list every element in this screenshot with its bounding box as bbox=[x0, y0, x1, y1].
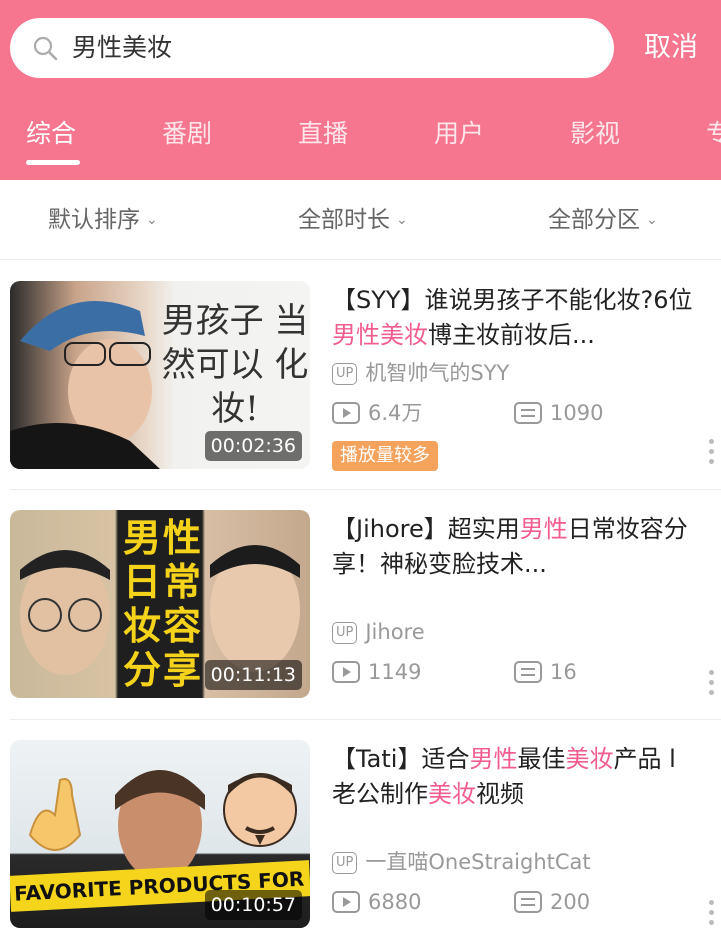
stats-row: 6.4万 1090 bbox=[332, 399, 603, 427]
danmaku-count: 200 bbox=[550, 890, 591, 914]
tab-film[interactable]: 影视 bbox=[570, 108, 620, 160]
category-filter-label: 全部分区 bbox=[548, 207, 640, 233]
play-count: 6.4万 bbox=[368, 401, 423, 425]
play-count-icon bbox=[332, 402, 360, 424]
title-text: 【Tati】适合 bbox=[332, 745, 470, 773]
active-tab-indicator bbox=[26, 160, 80, 165]
title-text: 视频 bbox=[476, 780, 524, 808]
video-item[interactable]: 男孩子 当然可以 化妆! 00:02:36 【SYY】谁说男孩子不能化妆?6位男… bbox=[0, 261, 721, 489]
video-item[interactable]: FAVORITE PRODUCTS FOR GUYS 00:10:57 【Tat… bbox=[0, 720, 721, 939]
filter-bar: 默认排序 ⌄ 全部时长 ⌄ 全部分区 ⌄ bbox=[0, 180, 721, 260]
video-title[interactable]: 【Jihore】超实用男性日常妆容分享！神秘变脸技术... bbox=[332, 512, 706, 582]
thumbnail-caption: 男孩子 当然可以 化妆! bbox=[161, 301, 309, 429]
danmaku-stat: 200 bbox=[514, 888, 590, 916]
stats-row: 6880 200 bbox=[332, 888, 590, 916]
video-title[interactable]: 【SYY】谁说男孩子不能化妆?6位男性美妆博主妆前妆后... bbox=[332, 283, 706, 353]
video-duration: 00:02:36 bbox=[204, 431, 302, 461]
uploader-row[interactable]: UP 一直喵OneStraightCat bbox=[332, 848, 591, 876]
video-thumbnail[interactable]: FAVORITE PRODUCTS FOR GUYS 00:10:57 bbox=[10, 740, 310, 928]
tab-live[interactable]: 直播 bbox=[298, 108, 348, 160]
tab-bangumi[interactable]: 番剧 bbox=[162, 108, 212, 160]
search-icon bbox=[33, 36, 58, 61]
more-options-icon[interactable] bbox=[709, 670, 717, 700]
title-text: 【SYY】谁说男孩子不能化妆?6位 bbox=[332, 286, 693, 314]
more-options-icon[interactable] bbox=[709, 439, 717, 469]
title-text: 博主妆前妆后... bbox=[428, 321, 595, 349]
search-bar[interactable]: 男性美妆 bbox=[10, 18, 614, 78]
duration-filter[interactable]: 全部时长 ⌄ bbox=[298, 180, 408, 260]
uploader-name: 一直喵OneStraightCat bbox=[365, 850, 591, 874]
category-tabs: 综合 番剧 直播 用户 影视 专 bbox=[0, 108, 721, 168]
danmaku-stat: 1090 bbox=[514, 399, 603, 427]
chevron-down-icon: ⌄ bbox=[646, 212, 658, 228]
video-thumbnail[interactable]: 男性 日常 妆容 分享 00:11:13 bbox=[10, 510, 310, 698]
video-thumbnail[interactable]: 男孩子 当然可以 化妆! 00:02:36 bbox=[10, 281, 310, 469]
danmaku-stat: 16 bbox=[514, 658, 577, 686]
uploader-row[interactable]: UP 机智帅气的SYY bbox=[332, 359, 509, 387]
title-highlight: 男性美妆 bbox=[332, 321, 428, 349]
category-filter[interactable]: 全部分区 ⌄ bbox=[548, 180, 658, 260]
chevron-down-icon: ⌄ bbox=[146, 212, 158, 228]
video-item[interactable]: 男性 日常 妆容 分享 00:11:13 【Jihore】超实用男性日常妆容分享… bbox=[0, 490, 721, 718]
video-title[interactable]: 【Tati】适合男性最佳美妆产品 l 老公制作美妆视频 bbox=[332, 742, 706, 812]
uploader-row[interactable]: UP Jihore bbox=[332, 618, 425, 646]
danmaku-count: 16 bbox=[550, 660, 577, 684]
uploader-name: Jihore bbox=[365, 620, 425, 644]
thumbnail-caption: 男性 日常 妆容 分享 bbox=[122, 516, 203, 692]
danmaku-count: 1090 bbox=[550, 401, 604, 425]
search-input[interactable]: 男性美妆 bbox=[72, 18, 172, 78]
title-highlight: 美妆 bbox=[565, 745, 614, 773]
tab-special[interactable]: 专 bbox=[706, 108, 721, 160]
play-count-icon bbox=[332, 891, 360, 913]
uploader-name: 机智帅气的SYY bbox=[365, 361, 510, 385]
play-count-icon bbox=[332, 661, 360, 683]
title-highlight: 男性 bbox=[519, 515, 568, 543]
tab-users[interactable]: 用户 bbox=[434, 108, 484, 160]
play-count: 1149 bbox=[368, 660, 422, 684]
search-header: 男性美妆 取消 综合 番剧 直播 用户 影视 专 bbox=[0, 0, 721, 180]
chevron-down-icon: ⌄ bbox=[396, 212, 408, 228]
danmaku-icon bbox=[514, 402, 542, 424]
up-badge: UP bbox=[332, 363, 358, 385]
popular-tag: 播放量较多 bbox=[332, 441, 438, 471]
title-highlight: 美妆 bbox=[428, 780, 476, 808]
video-duration: 00:11:13 bbox=[204, 660, 302, 690]
cancel-button[interactable]: 取消 bbox=[644, 18, 698, 78]
sort-filter-label: 默认排序 bbox=[48, 207, 140, 233]
title-text: 最佳 bbox=[517, 745, 566, 773]
more-options-icon[interactable] bbox=[709, 900, 717, 930]
duration-filter-label: 全部时长 bbox=[298, 207, 390, 233]
danmaku-icon bbox=[514, 661, 542, 683]
up-badge: UP bbox=[332, 622, 358, 644]
stats-row: 1149 16 bbox=[332, 658, 577, 686]
tab-all[interactable]: 综合 bbox=[26, 108, 76, 160]
danmaku-icon bbox=[514, 891, 542, 913]
play-count: 6880 bbox=[368, 890, 422, 914]
title-highlight: 男性 bbox=[469, 745, 518, 773]
video-duration: 00:10:57 bbox=[204, 890, 302, 920]
up-badge: UP bbox=[332, 852, 358, 874]
title-text: 【Jihore】超实用 bbox=[332, 515, 520, 543]
sort-filter[interactable]: 默认排序 ⌄ bbox=[48, 180, 158, 260]
